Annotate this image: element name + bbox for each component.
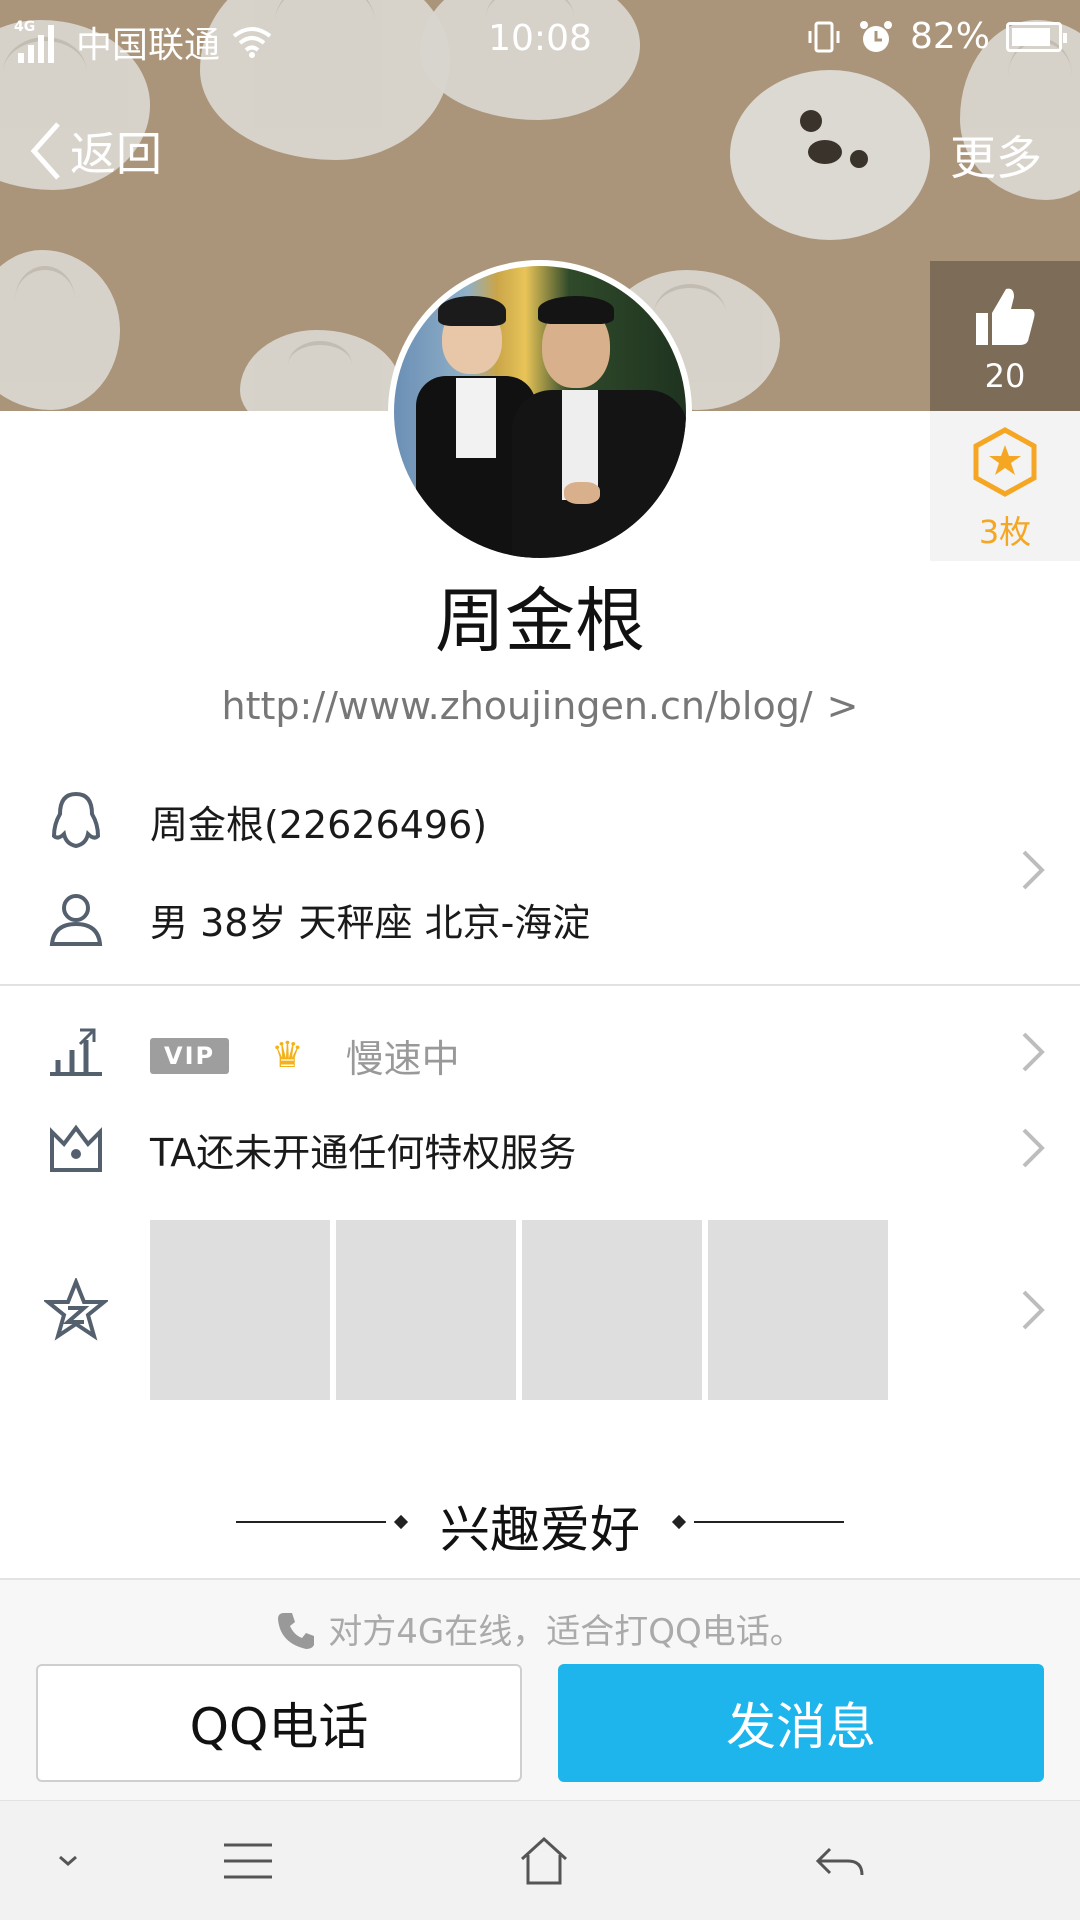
vip-row[interactable]: VIP ♛ 慢速中: [0, 1012, 1080, 1092]
personal-details: 男 38岁 天秤座 北京-海淀: [150, 901, 591, 945]
back-label: 返回: [70, 127, 162, 181]
divider: [0, 984, 1080, 986]
alarm-icon: [859, 20, 892, 52]
vip-tag: VIP: [150, 1037, 230, 1074]
privilege-text: TA还未开通任何特权服务: [150, 1131, 577, 1175]
qzone-star-icon: [44, 1278, 108, 1341]
penguin-icon: [51, 791, 101, 849]
badge-count: 3枚: [978, 513, 1032, 551]
qq-info-row[interactable]: 周金根(22626496): [0, 780, 1080, 860]
qzone-photos[interactable]: [150, 1220, 888, 1400]
qq-name-number: 周金根(22626496): [150, 803, 488, 847]
action-bar: 对方4G在线，适合打QQ电话。 QQ电话 发消息: [0, 1578, 1080, 1800]
battery-icon: [1006, 21, 1067, 52]
personal-details-row[interactable]: 男 38岁 天秤座 北京-海淀: [0, 878, 1080, 958]
back-arrow-icon[interactable]: [810, 1831, 870, 1891]
badge-button[interactable]: 3枚: [930, 411, 1080, 561]
vibrate-icon: [808, 21, 840, 52]
chevron-right-icon[interactable]: [1020, 1126, 1046, 1170]
chevron-right-icon: >: [826, 684, 859, 728]
call-hint: 对方4G在线，适合打QQ电话。: [0, 1604, 1080, 1653]
profile-name: 周金根: [435, 580, 645, 662]
phone-icon: [278, 1613, 315, 1649]
photo-thumbnail[interactable]: [150, 1220, 330, 1400]
star-badge-icon: [973, 427, 1037, 497]
back-button[interactable]: 返回: [28, 118, 162, 184]
chevron-down-icon[interactable]: [38, 1831, 98, 1891]
like-button[interactable]: 20: [930, 261, 1080, 411]
menu-icon[interactable]: [218, 1831, 278, 1891]
avatar[interactable]: [388, 260, 692, 564]
bear-decoration: [730, 70, 930, 240]
send-message-button[interactable]: 发消息: [558, 1664, 1044, 1782]
crown-outline-icon: [50, 1124, 102, 1172]
more-button[interactable]: 更多: [950, 122, 1042, 188]
vip-status: 慢速中: [345, 1037, 460, 1081]
call-hint-text: 对方4G在线，适合打QQ电话。: [328, 1612, 804, 1652]
chevron-left-icon: [30, 122, 60, 180]
profile-url: http://www.zhoujingen.cn/blog/: [221, 684, 813, 728]
person-icon: [49, 894, 103, 946]
photo-thumbnail[interactable]: [522, 1220, 702, 1400]
privilege-row[interactable]: TA还未开通任何特权服务: [0, 1108, 1080, 1188]
qq-call-button[interactable]: QQ电话: [36, 1664, 522, 1782]
section-title: 兴趣爱好: [440, 1501, 640, 1559]
photo-thumbnail[interactable]: [336, 1220, 516, 1400]
battery-percent: 82%: [909, 16, 990, 57]
crown-icon: ♛: [271, 1035, 304, 1076]
chevron-right-icon[interactable]: [1020, 1288, 1046, 1332]
chevron-right-icon[interactable]: [1020, 1030, 1046, 1074]
photo-thumbnail[interactable]: [708, 1220, 888, 1400]
home-icon[interactable]: [514, 1831, 574, 1891]
thumbs-up-icon: [976, 288, 1035, 345]
section-line-right: [694, 1521, 844, 1523]
avatar-photo: [394, 266, 686, 558]
like-count: 20: [984, 357, 1026, 395]
chevron-right-icon[interactable]: [1020, 848, 1046, 892]
system-nav-bar: [0, 1800, 1080, 1920]
level-chart-icon: [50, 1028, 102, 1076]
profile-url-link[interactable]: http://www.zhoujingen.cn/blog/ >: [0, 684, 1080, 728]
status-bar: 4G 中国联通 10:08 82%: [0, 0, 1080, 80]
